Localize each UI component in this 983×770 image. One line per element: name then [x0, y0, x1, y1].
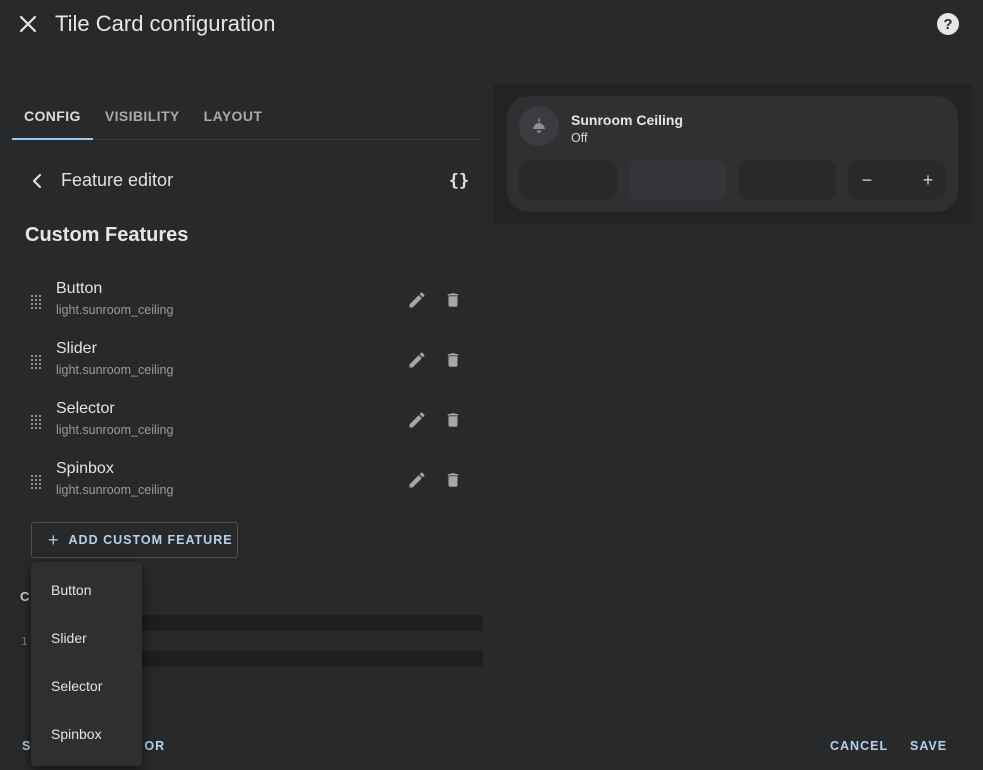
- delete-feature-button[interactable]: [442, 408, 464, 432]
- dialog: Tile Card configuration ? CONFIG VISIBIL…: [0, 0, 983, 770]
- trash-icon: [447, 293, 459, 307]
- feature-entity: light.sunroom_ceiling: [56, 303, 174, 317]
- add-feature-menu: Button Slider Selector Spinbox: [31, 562, 142, 766]
- delete-feature-button[interactable]: [442, 348, 464, 372]
- menu-item-spinbox[interactable]: Spinbox: [31, 710, 142, 758]
- feature-entity: light.sunroom_ceiling: [56, 423, 174, 437]
- save-button[interactable]: SAVE: [910, 739, 947, 753]
- tab-layout[interactable]: LAYOUT: [192, 96, 275, 139]
- trash-icon: [447, 353, 459, 367]
- dialog-title: Tile Card configuration: [55, 11, 276, 36]
- add-custom-feature-label: ADD CUSTOM FEATURE: [68, 533, 233, 547]
- menu-item-selector[interactable]: Selector: [31, 662, 142, 710]
- tile-feature-slider[interactable]: [629, 160, 726, 200]
- edit-feature-button[interactable]: [405, 468, 429, 492]
- edit-feature-button[interactable]: [405, 408, 429, 432]
- drag-handle-icon[interactable]: [30, 294, 44, 310]
- section-title: Custom Features: [25, 224, 189, 246]
- delete-feature-button[interactable]: [442, 288, 464, 312]
- pencil-icon: [409, 292, 425, 308]
- pencil-icon: [409, 412, 425, 428]
- code-editor-toggle-button[interactable]: {}: [445, 168, 473, 194]
- edit-feature-button[interactable]: [405, 348, 429, 372]
- tab-bar: CONFIG VISIBILITY LAYOUT: [12, 96, 482, 140]
- trash-icon: [447, 413, 459, 427]
- feature-row: Selector light.sunroom_ceiling: [26, 400, 476, 450]
- delete-feature-button[interactable]: [442, 468, 464, 492]
- cancel-button[interactable]: CANCEL: [830, 739, 888, 753]
- plus-icon: +: [48, 530, 59, 550]
- tile-feature-spinbox: − +: [848, 160, 946, 200]
- chevron-left-icon: [32, 173, 42, 189]
- feature-name: Selector: [56, 400, 115, 417]
- close-icon: [19, 15, 37, 33]
- tile-card[interactable]: Sunroom Ceiling Off − +: [507, 96, 958, 212]
- help-circle-icon: ?: [943, 15, 953, 33]
- code-editor-line[interactable]: [130, 651, 483, 667]
- code-braces-icon: {}: [448, 171, 470, 191]
- feature-name: Slider: [56, 340, 97, 357]
- spinbox-decrement-button[interactable]: −: [856, 169, 878, 191]
- feature-entity: light.sunroom_ceiling: [56, 363, 174, 377]
- tile-entity-state: Off: [571, 131, 588, 145]
- card-preview: Sunroom Ceiling Off − +: [493, 84, 972, 224]
- menu-item-slider[interactable]: Slider: [31, 614, 142, 662]
- drag-handle-icon[interactable]: [30, 414, 44, 430]
- code-section-label: C: [20, 589, 30, 604]
- edit-feature-button[interactable]: [405, 288, 429, 312]
- close-button[interactable]: [14, 10, 42, 38]
- feature-name: Spinbox: [56, 460, 114, 477]
- tab-visibility[interactable]: VISIBILITY: [93, 96, 192, 139]
- feature-editor-title: Feature editor: [61, 170, 174, 190]
- pencil-icon: [409, 472, 425, 488]
- code-editor-line[interactable]: [130, 615, 483, 631]
- code-line-number: 1: [21, 635, 28, 648]
- tile-entity-name: Sunroom Ceiling: [571, 112, 683, 128]
- feature-entity: light.sunroom_ceiling: [56, 483, 174, 497]
- menu-item-button[interactable]: Button: [31, 566, 142, 614]
- pencil-icon: [409, 352, 425, 368]
- spinbox-increment-button[interactable]: +: [917, 169, 939, 191]
- back-button[interactable]: [26, 170, 48, 192]
- show-code-editor-label-start: S: [22, 739, 32, 753]
- show-code-editor-label-end: OR: [144, 739, 166, 753]
- feature-row: Button light.sunroom_ceiling: [26, 280, 476, 330]
- tile-feature-button[interactable]: [519, 160, 617, 200]
- help-button[interactable]: ?: [937, 13, 959, 35]
- tile-icon-button[interactable]: [519, 106, 559, 146]
- tab-config[interactable]: CONFIG: [12, 96, 93, 140]
- drag-handle-icon[interactable]: [30, 474, 44, 490]
- feature-name: Button: [56, 280, 103, 297]
- ceiling-light-icon: [533, 118, 545, 133]
- trash-icon: [447, 473, 459, 487]
- add-custom-feature-button[interactable]: + ADD CUSTOM FEATURE: [31, 522, 238, 558]
- tile-feature-selector[interactable]: [738, 160, 836, 200]
- feature-row: Slider light.sunroom_ceiling: [26, 340, 476, 390]
- feature-row: Spinbox light.sunroom_ceiling: [26, 460, 476, 510]
- drag-handle-icon[interactable]: [30, 354, 44, 370]
